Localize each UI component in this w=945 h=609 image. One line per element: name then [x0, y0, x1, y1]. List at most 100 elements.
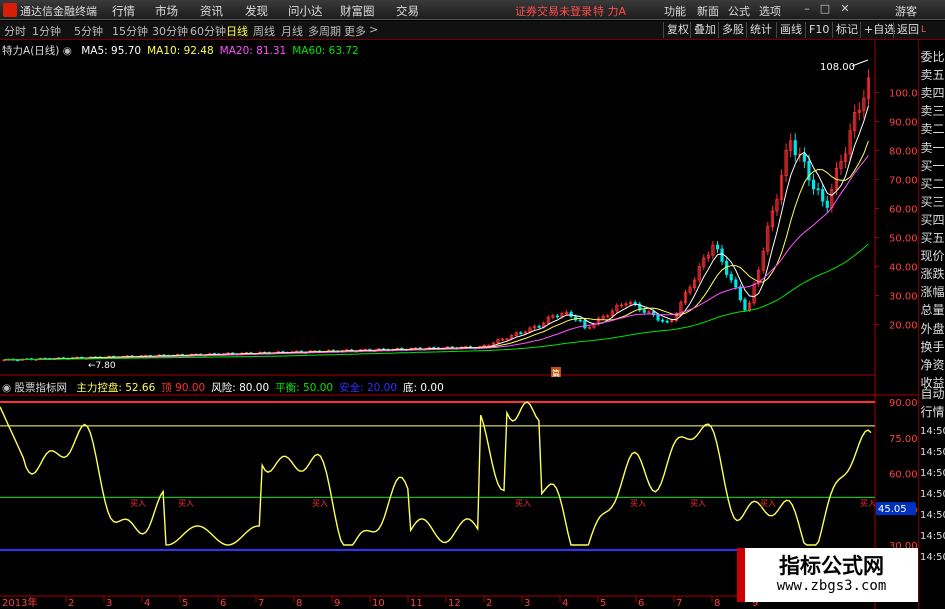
btn-mark[interactable]: 标记: [832, 22, 861, 38]
tab-monthly[interactable]: 月线: [281, 23, 303, 39]
menu-discover[interactable]: 发现: [245, 3, 268, 19]
panel-item-2[interactable]: 卖四: [920, 84, 945, 102]
more-arrow-icon[interactable]: >: [369, 23, 378, 36]
panel-tab-l[interactable]: L: [921, 25, 926, 35]
month-tick-label: 7: [676, 598, 682, 609]
app-logo-icon: [3, 3, 17, 17]
panel-item-5[interactable]: 卖一: [920, 139, 945, 157]
month-tick-label: 6: [638, 598, 644, 609]
tab-5min[interactable]: 5分钟: [74, 23, 103, 39]
month-tick-label: 12: [448, 598, 461, 609]
stock-label: 特力A: [2, 45, 31, 57]
menu-market[interactable]: 市场: [155, 3, 178, 19]
close-icon[interactable]: ✕: [838, 2, 852, 16]
panel-item-7[interactable]: 买二: [920, 175, 945, 193]
panel-item-0[interactable]: 委比: [920, 48, 945, 66]
menu-news[interactable]: 资讯: [200, 3, 223, 19]
panel-item-11[interactable]: 现价: [920, 247, 945, 265]
btn-adjust[interactable]: 复权: [663, 22, 692, 38]
candle-body: [811, 179, 816, 190]
panel-ind-item-0[interactable]: 自动: [920, 385, 945, 403]
ma-line-3: [3, 243, 869, 361]
month-tick-label: 4: [562, 598, 568, 609]
tab-more[interactable]: 更多: [344, 23, 366, 39]
ma-lines: [3, 105, 869, 361]
panel-item-17[interactable]: 净资: [920, 356, 945, 374]
month-tick-label: 8: [714, 598, 720, 609]
watermark: 指标公式网 www.zbgs3.com: [745, 548, 918, 602]
menu-ask[interactable]: 问小达: [288, 3, 323, 19]
tab-30min[interactable]: 30分钟: [152, 23, 188, 39]
btn-overlay[interactable]: 叠加: [690, 22, 719, 38]
month-tick-label: 3: [524, 598, 530, 609]
btn-multi-stock[interactable]: 多股: [718, 22, 747, 38]
candle-body: [715, 244, 720, 250]
panel-item-10[interactable]: 买五: [920, 229, 945, 247]
menu-formula[interactable]: 公式: [728, 3, 750, 19]
tab-timeshare[interactable]: 分时: [4, 23, 26, 39]
y-tick-label: 70.00: [889, 176, 918, 187]
ind-y-tick-label: 90.00: [889, 398, 918, 409]
y-tick-label: 20.00: [889, 321, 918, 332]
panel-item-1[interactable]: 卖五: [920, 66, 945, 84]
candle-body: [656, 314, 660, 321]
menu-new-page[interactable]: 新面: [697, 3, 719, 19]
panel-item-15[interactable]: 外盘: [920, 320, 945, 338]
panel-ind-item-1[interactable]: 行情: [920, 403, 945, 421]
buy-signal-label: 买入: [760, 499, 776, 508]
tab-15min[interactable]: 15分钟: [112, 23, 148, 39]
indicator-item-5: 底: 0.00: [403, 382, 444, 394]
ma-item-2: MA20: 81.31: [219, 45, 287, 57]
panel-item-8[interactable]: 买三: [920, 193, 945, 211]
panel-item-9[interactable]: 买四: [920, 211, 945, 229]
app-title: 通达信金融终端: [20, 5, 97, 18]
indicator-item-1: 顶 90.00: [161, 382, 206, 394]
btn-stats[interactable]: 统计: [746, 22, 775, 38]
candle-body: [661, 319, 665, 322]
month-tick-label: 10: [372, 598, 385, 609]
menu-trade[interactable]: 交易: [396, 3, 419, 19]
panel-item-12[interactable]: 涨跌: [920, 265, 945, 283]
chart-area[interactable]: 100.0 90.00 80.00 70.00 60.00 50.00 40.00 30.00…: [0, 40, 918, 609]
indicator-settings-icon[interactable]: ◉: [2, 382, 11, 394]
menu-function[interactable]: 功能: [664, 3, 686, 19]
menu-wealth[interactable]: 财富圈: [340, 3, 375, 19]
btn-draw[interactable]: 画线: [776, 22, 805, 38]
login-notice[interactable]: 证券交易未登录: [515, 3, 592, 19]
indicator-item-2: 风险: 80.00: [211, 382, 270, 394]
maximize-icon[interactable]: □: [818, 2, 832, 16]
tab-weekly[interactable]: 周线: [253, 23, 275, 39]
menu-quotes[interactable]: 行情: [112, 3, 135, 19]
candle-body: [574, 315, 578, 321]
indicator-item-3: 平衡: 50.00: [275, 382, 334, 394]
watermark-url: www.zbgs3.com: [776, 578, 887, 594]
period-label: (日线): [30, 45, 60, 57]
guest-label[interactable]: 游客: [895, 3, 917, 19]
panel-item-4[interactable]: 卖二: [920, 120, 945, 138]
period-toolbar: 分时 1分钟 5分钟 15分钟 30分钟 60分钟 日线 周线 月线 多周期 更…: [0, 21, 945, 40]
panel-time-0: 14:50: [920, 426, 945, 437]
tab-1min[interactable]: 1分钟: [32, 23, 61, 39]
buy-signal-label: 买入: [515, 499, 531, 508]
month-tick-label: 8: [296, 598, 302, 609]
candlesticks: [2, 68, 871, 362]
panel-item-16[interactable]: 换手: [920, 338, 945, 356]
candle-body: [665, 320, 669, 323]
tab-daily[interactable]: 日线: [226, 23, 248, 39]
menu-options[interactable]: 选项: [759, 3, 781, 19]
panel-item-3[interactable]: 卖三: [920, 102, 945, 120]
tab-multi-period[interactable]: 多周期: [308, 23, 341, 39]
y-tick-label: 100.0: [889, 89, 918, 100]
current-value-label: 45.05: [878, 504, 907, 515]
tab-60min[interactable]: 60分钟: [190, 23, 226, 39]
ind-y-tick-label: 75.00: [889, 434, 918, 445]
panel-item-13[interactable]: 涨幅: [920, 283, 945, 301]
panel-item-6[interactable]: 买一: [920, 157, 945, 175]
panel-item-14[interactable]: 总量: [920, 301, 945, 319]
chart-settings-icon[interactable]: ◉: [63, 45, 72, 57]
btn-back[interactable]: 返回: [893, 22, 922, 38]
btn-f10[interactable]: F10: [805, 22, 832, 38]
minimize-icon[interactable]: –: [800, 2, 814, 16]
indicator-name[interactable]: 股票指标网: [15, 382, 68, 394]
candle-body: [729, 274, 733, 281]
